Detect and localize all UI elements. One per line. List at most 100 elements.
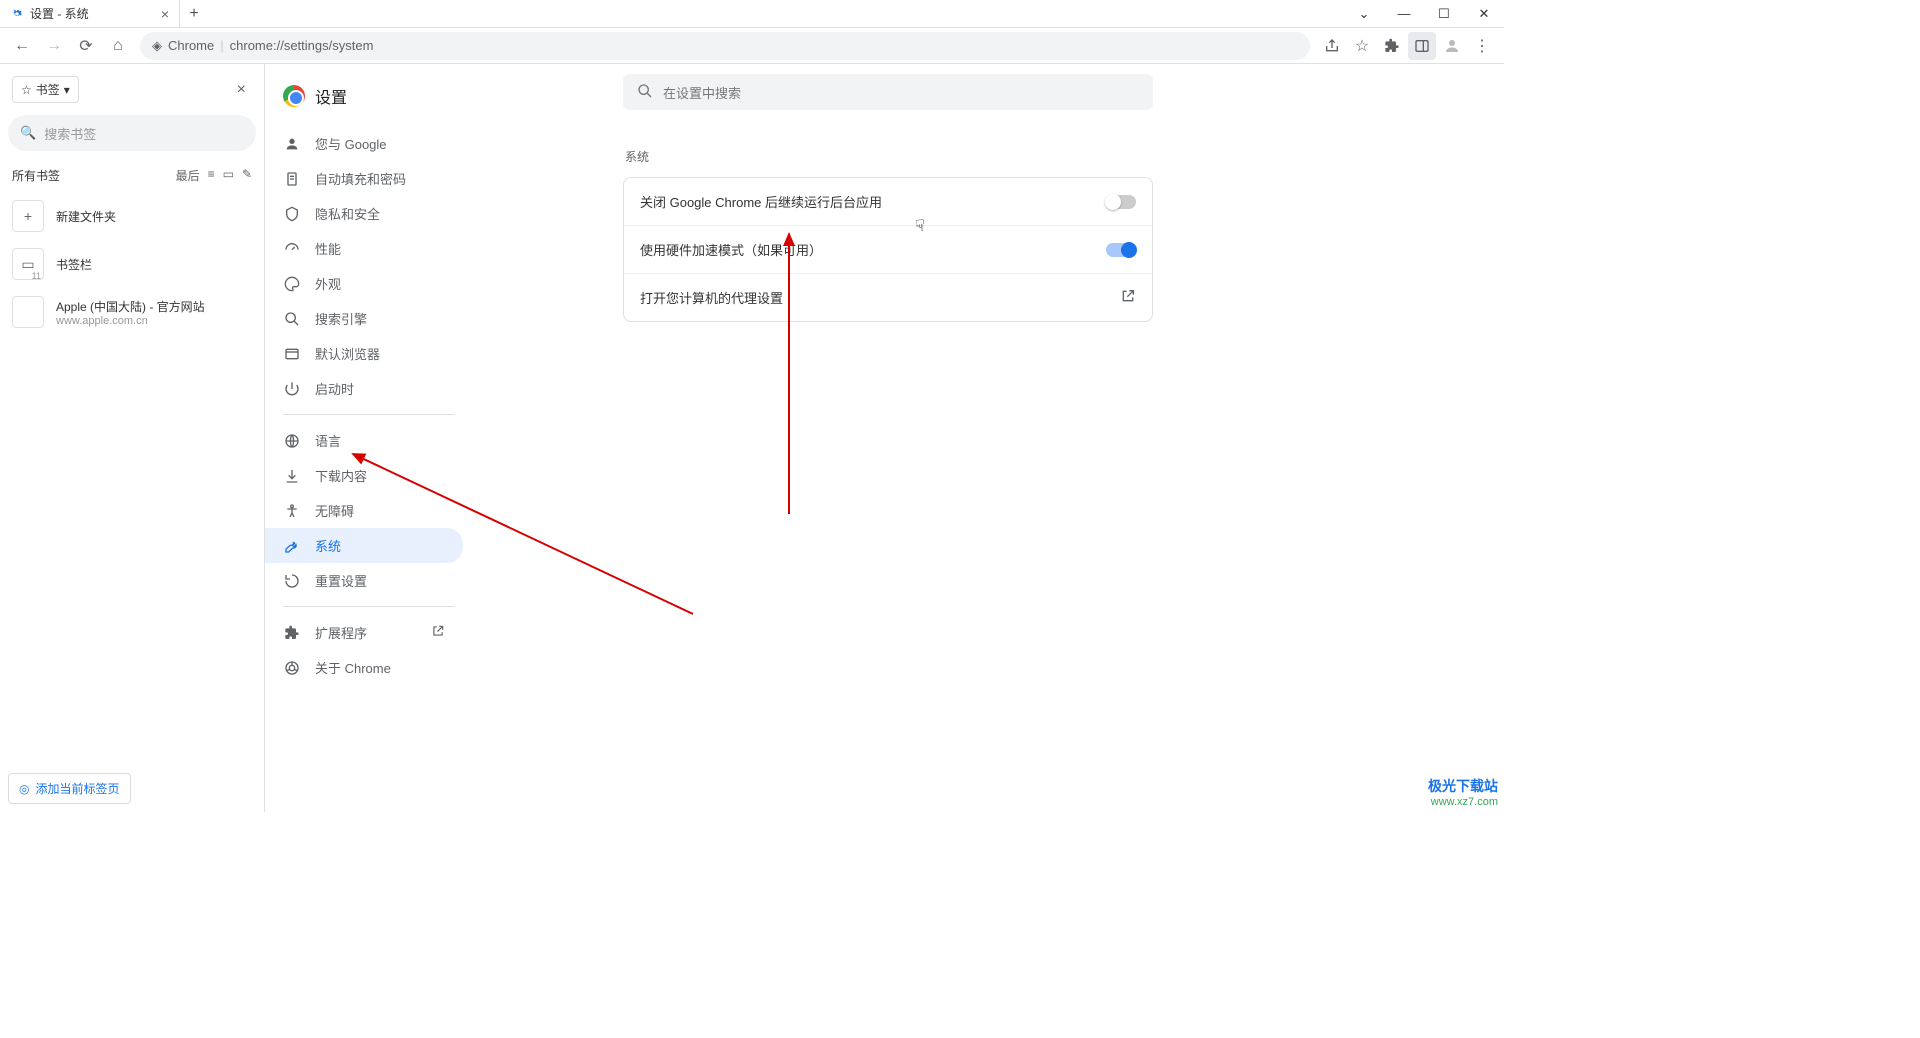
all-bookmarks-label: 所有书签 (12, 167, 60, 184)
add-current-tab-label: 添加当前标签页 (35, 780, 119, 797)
folder-count: 11 (32, 271, 41, 281)
settings-sidebar: 设置 您与 Google 自动填充和密码 隐私和安全 性能 外观 搜索引擎 默认… (265, 64, 473, 812)
share-icon[interactable] (1318, 32, 1346, 60)
toggle-background-apps[interactable] (1106, 195, 1136, 209)
nav-about-chrome[interactable]: 关于 Chrome (265, 650, 463, 685)
nav-languages[interactable]: 语言 (265, 423, 463, 458)
system-settings-card: 关闭 Google Chrome 后继续运行后台应用 使用硬件加速模式（如果可用… (623, 177, 1153, 322)
edit-icon[interactable]: ✎ (242, 167, 252, 184)
search-icon (283, 311, 301, 327)
window-controls: ⌄ — ☐ ✕ (1344, 0, 1504, 28)
menu-dots-icon[interactable]: ⋮ (1468, 32, 1496, 60)
tab-close-icon[interactable]: × (161, 6, 169, 22)
nav-privacy[interactable]: 隐私和安全 (265, 196, 463, 231)
tab-title: 设置 - 系统 (30, 5, 89, 22)
bookmarks-search-placeholder: 搜索书签 (44, 124, 96, 143)
bookmark-item-apple[interactable]: Apple (中国大陆) - 官方网站 www.apple.com.cn (8, 288, 256, 336)
shield-icon (283, 206, 301, 222)
watermark: 极光下载站 www.xz7.com (1428, 776, 1498, 808)
forward-button[interactable]: → (40, 32, 68, 60)
clipboard-icon (283, 171, 301, 187)
row-label: 打开您计算机的代理设置 (640, 288, 783, 307)
row-label: 使用硬件加速模式（如果可用） (640, 240, 822, 259)
download-icon (283, 468, 301, 484)
settings-title: 设置 (315, 84, 347, 108)
person-icon (283, 136, 301, 152)
star-icon: ☆ (21, 83, 32, 97)
reload-button[interactable]: ⟳ (72, 32, 100, 60)
chevron-down-icon: ▾ (64, 83, 70, 97)
search-icon: 🔍 (20, 125, 36, 141)
nav-appearance[interactable]: 外观 (265, 266, 463, 301)
bookmarks-chip-label: 书签 (36, 81, 60, 98)
apple-icon (12, 296, 44, 328)
row-label: 关闭 Google Chrome 后继续运行后台应用 (640, 192, 882, 211)
row-background-apps[interactable]: 关闭 Google Chrome 后继续运行后台应用 (624, 178, 1152, 226)
new-tab-button[interactable]: + (180, 5, 208, 23)
nav-divider (283, 606, 455, 607)
new-folder-item[interactable]: + 新建文件夹 (8, 192, 256, 240)
external-link-icon (1120, 288, 1136, 307)
nav-accessibility[interactable]: 无障碍 (265, 493, 463, 528)
nav-performance[interactable]: 性能 (265, 231, 463, 266)
gear-icon (10, 7, 24, 21)
extensions-icon[interactable] (1378, 32, 1406, 60)
accessibility-icon (283, 503, 301, 519)
speedometer-icon (283, 241, 301, 257)
bookmarks-search[interactable]: 🔍 搜索书签 (8, 115, 256, 151)
maximize-button[interactable]: ☐ (1424, 0, 1464, 28)
settings-search[interactable]: 在设置中搜索 (623, 74, 1153, 110)
bookmarks-dropdown[interactable]: ☆ 书签 ▾ (12, 76, 79, 103)
home-button[interactable]: ⌂ (104, 32, 132, 60)
minimize-button[interactable]: — (1384, 0, 1424, 28)
url-bar: ← → ⟳ ⌂ ◈ Chrome | chrome://settings/sys… (0, 28, 1504, 64)
profile-icon[interactable] (1438, 32, 1466, 60)
nav-downloads[interactable]: 下载内容 (265, 458, 463, 493)
reset-icon (283, 573, 301, 589)
cursor-icon: ☟ (915, 216, 925, 236)
back-button[interactable]: ← (8, 32, 36, 60)
bookmark-star-icon[interactable]: ☆ (1348, 32, 1376, 60)
address-field[interactable]: ◈ Chrome | chrome://settings/system (140, 32, 1310, 60)
filter-icon[interactable]: ≡ (208, 167, 215, 184)
close-panel-button[interactable]: × (231, 81, 252, 99)
nav-system[interactable]: 系统 (265, 528, 463, 563)
row-proxy-settings[interactable]: 打开您计算机的代理设置 (624, 274, 1152, 321)
url-chip: Chrome (168, 38, 214, 53)
settings-search-placeholder: 在设置中搜索 (663, 83, 741, 102)
close-window-button[interactable]: ✕ (1464, 0, 1504, 28)
chevron-down-icon[interactable]: ⌄ (1344, 0, 1384, 28)
view-icon[interactable]: ▭ (223, 167, 234, 184)
browser-tab[interactable]: 设置 - 系统 × (0, 0, 180, 27)
nav-you-and-google[interactable]: 您与 Google (265, 126, 463, 161)
nav-divider (283, 414, 455, 415)
external-link-icon (431, 624, 445, 641)
new-folder-label: 新建文件夹 (56, 208, 116, 225)
target-icon: ◎ (19, 782, 29, 796)
add-current-tab-button[interactable]: ◎ 添加当前标签页 (8, 773, 131, 804)
plus-icon: + (12, 200, 44, 232)
bookmark-title: Apple (中国大陆) - 官方网站 (56, 298, 205, 315)
chrome-logo-icon (283, 85, 305, 107)
globe-icon (283, 433, 301, 449)
section-title: 系统 (625, 148, 1484, 165)
nav-autofill[interactable]: 自动填充和密码 (265, 161, 463, 196)
palette-icon (283, 276, 301, 292)
url-separator: | (220, 38, 223, 53)
row-hardware-accel[interactable]: 使用硬件加速模式（如果可用） (624, 226, 1152, 274)
settings-content: 在设置中搜索 系统 关闭 Google Chrome 后继续运行后台应用 使用硬… (473, 64, 1504, 812)
nav-on-startup[interactable]: 启动时 (265, 371, 463, 406)
toggle-hardware-accel[interactable] (1106, 243, 1136, 257)
nav-extensions[interactable]: 扩展程序 (265, 615, 463, 650)
site-info-icon[interactable]: ◈ (152, 38, 162, 54)
bookmarks-bar-folder[interactable]: ▭11 书签栏 (8, 240, 256, 288)
nav-reset[interactable]: 重置设置 (265, 563, 463, 598)
url-text: chrome://settings/system (230, 38, 374, 53)
folder-icon: ▭11 (12, 248, 44, 280)
sidepanel-icon[interactable] (1408, 32, 1436, 60)
window-titlebar: 设置 - 系统 × + ⌄ — ☐ ✕ (0, 0, 1504, 28)
sort-label[interactable]: 最后 (176, 167, 200, 184)
power-icon (283, 381, 301, 397)
nav-default-browser[interactable]: 默认浏览器 (265, 336, 463, 371)
nav-search-engine[interactable]: 搜索引擎 (265, 301, 463, 336)
